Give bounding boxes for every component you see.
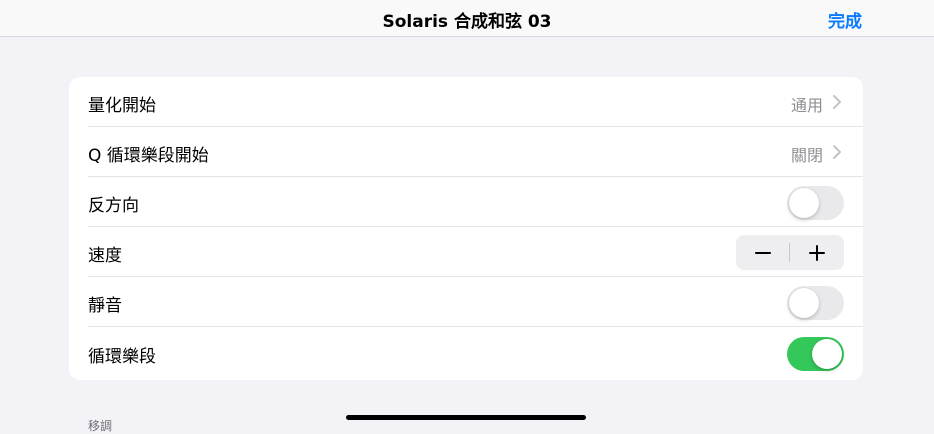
toggle-knob xyxy=(789,288,819,318)
done-button[interactable]: 完成 xyxy=(828,7,862,32)
loop-toggle[interactable] xyxy=(787,337,844,371)
speed-label: 速度 xyxy=(88,246,122,266)
settings-group: 量化開始 通用 Q 循環樂段開始 關閉 反方向 速度 靜音 循環樂段 xyxy=(69,77,863,380)
minus-icon xyxy=(755,252,771,254)
mute-label: 靜音 xyxy=(88,296,122,316)
chevron-right-icon xyxy=(833,145,841,159)
q-loop-start-row[interactable]: Q 循環樂段開始 關閉 xyxy=(69,127,863,177)
speed-stepper xyxy=(736,235,844,270)
q-loop-start-label: Q 循環樂段開始 xyxy=(88,146,209,166)
reverse-toggle[interactable] xyxy=(787,186,844,220)
quantize-start-label: 量化開始 xyxy=(88,96,156,116)
mute-row: 靜音 xyxy=(69,277,863,327)
toggle-knob xyxy=(812,339,842,369)
quantize-start-value: 通用 xyxy=(790,96,823,115)
transpose-section-header: 移調 xyxy=(88,419,113,433)
loop-label: 循環樂段 xyxy=(88,347,156,367)
toggle-knob xyxy=(789,188,819,218)
home-indicator[interactable] xyxy=(346,415,586,420)
speed-increase-button[interactable] xyxy=(790,235,844,270)
chevron-right-icon xyxy=(833,95,841,109)
reverse-label: 反方向 xyxy=(88,196,139,216)
quantize-start-row[interactable]: 量化開始 通用 xyxy=(69,77,863,127)
loop-row: 循環樂段 xyxy=(69,328,863,378)
page-title: Solaris 合成和弦 03 xyxy=(382,12,552,32)
plus-icon xyxy=(809,245,825,261)
speed-row: 速度 xyxy=(69,227,863,277)
mute-toggle[interactable] xyxy=(787,286,844,320)
navigation-bar: Solaris 合成和弦 03 完成 xyxy=(0,0,934,37)
speed-decrease-button[interactable] xyxy=(736,235,790,270)
row-divider xyxy=(88,326,863,327)
q-loop-start-value: 關閉 xyxy=(790,146,823,165)
reverse-row: 反方向 xyxy=(69,177,863,227)
